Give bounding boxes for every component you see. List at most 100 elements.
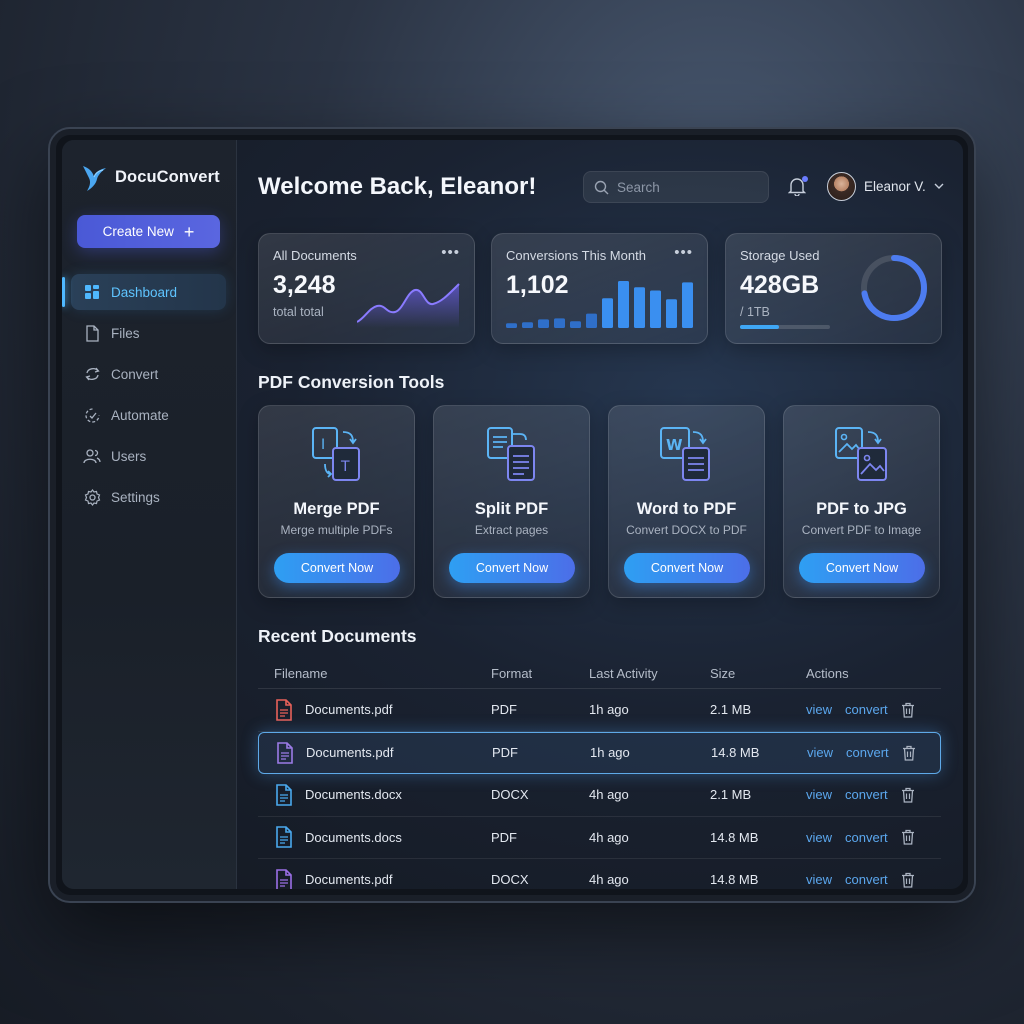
- column-header-size[interactable]: Size: [710, 666, 806, 681]
- view-link[interactable]: view: [806, 702, 832, 717]
- sparkline-bar: [586, 313, 597, 328]
- filename[interactable]: Documents.pdf: [305, 872, 392, 887]
- filename[interactable]: Documents.docs: [305, 830, 402, 845]
- stat-label: Conversions This Month: [506, 248, 646, 263]
- pdf-file-icon: [276, 698, 292, 721]
- logo[interactable]: DocuConvert: [81, 162, 220, 192]
- search-icon: [594, 180, 609, 194]
- convert-now-button[interactable]: Convert Now: [624, 553, 750, 583]
- sidebar-item-users[interactable]: Users: [71, 438, 226, 474]
- more-options-icon[interactable]: •••: [674, 244, 693, 261]
- table-row[interactable]: Documents.docx DOCX 4h ago 2.1 MB view c…: [258, 774, 941, 817]
- view-link[interactable]: view: [807, 745, 833, 760]
- sidebar-item-settings[interactable]: Settings: [71, 479, 226, 515]
- filename-cell: Documents.pdf: [258, 868, 491, 889]
- tool-card-merge-pdf[interactable]: I T Merge PDF Merge multiple PDFs Conver…: [258, 405, 415, 598]
- tool-card-pdf-to-jpg[interactable]: PDF to JPG Convert PDF to Image Convert …: [783, 405, 940, 598]
- sparkline-bar: [554, 318, 565, 328]
- storage-ring: [861, 255, 927, 321]
- user-menu[interactable]: Eleanor V.: [827, 172, 944, 201]
- table-row[interactable]: Documents.docs PDF 4h ago 14.8 MB view c…: [258, 817, 941, 859]
- view-link[interactable]: view: [806, 830, 832, 845]
- actions-cell: view convert: [806, 702, 915, 718]
- notification-bell[interactable]: [787, 176, 808, 198]
- trash-icon[interactable]: [901, 829, 915, 845]
- table-header: Filename Format Last Activity Size Actio…: [258, 658, 941, 689]
- filename[interactable]: Documents.pdf: [305, 702, 392, 717]
- document-file-icon: [276, 868, 292, 889]
- sidebar-item-label: Automate: [111, 407, 169, 423]
- svg-text:I: I: [321, 437, 325, 453]
- filename[interactable]: Documents.pdf: [306, 745, 393, 760]
- stat-card-storage[interactable]: Storage Used 428GB / 1TB: [725, 233, 942, 344]
- tools-section-title: PDF Conversion Tools: [258, 372, 445, 392]
- size-cell: 2.1 MB: [710, 702, 752, 718]
- merge-pdf-icon: I T: [312, 427, 360, 481]
- search-input[interactable]: Search: [583, 171, 769, 203]
- convert-link[interactable]: convert: [845, 787, 888, 802]
- create-new-button[interactable]: Create New +: [77, 215, 220, 248]
- page-title: Welcome Back, Eleanor!: [258, 173, 537, 200]
- sidebar-item-dashboard[interactable]: Dashboard: [62, 274, 226, 310]
- format-cell: PDF: [492, 745, 518, 761]
- actions-cell: view convert: [806, 787, 915, 803]
- split-pdf-icon: [487, 427, 535, 481]
- activity-cell: 1h ago: [590, 745, 630, 761]
- filename-cell: Documents.pdf: [259, 741, 492, 764]
- search-placeholder: Search: [617, 179, 660, 195]
- column-header-activity[interactable]: Last Activity: [589, 666, 710, 681]
- svg-text:W: W: [666, 436, 683, 454]
- trash-icon[interactable]: [901, 872, 915, 888]
- view-link[interactable]: view: [806, 787, 832, 802]
- filename[interactable]: Documents.docx: [305, 787, 402, 802]
- chevron-down-icon: [934, 183, 944, 189]
- size-cell: 14.8 MB: [710, 872, 759, 888]
- sparkline-bar: [682, 282, 693, 328]
- gear-icon: [83, 488, 101, 506]
- sidebar-item-label: Settings: [111, 489, 160, 505]
- sparkline-bar: [618, 280, 629, 328]
- tool-description: Convert PDF to Image: [801, 523, 922, 537]
- format-cell: DOCX: [491, 872, 529, 888]
- create-new-label: Create New: [102, 224, 174, 239]
- convert-now-button[interactable]: Convert Now: [274, 553, 400, 583]
- stat-card-conversions[interactable]: Conversions This Month ••• 1,102: [491, 233, 708, 344]
- activity-cell: 1h ago: [589, 702, 629, 718]
- view-link[interactable]: view: [806, 872, 832, 887]
- storage-progress-fill: [740, 325, 779, 329]
- document-file-icon: [276, 826, 292, 849]
- tool-description: Merge multiple PDFs: [280, 523, 393, 537]
- recent-section-title: Recent Documents: [258, 626, 417, 646]
- sidebar-item-files[interactable]: Files: [71, 315, 226, 351]
- sidebar-item-convert[interactable]: Convert: [71, 356, 226, 392]
- convert-link[interactable]: convert: [846, 745, 889, 760]
- tool-description: Convert DOCX to PDF: [626, 523, 747, 537]
- filename-cell: Documents.docx: [258, 783, 491, 806]
- convert-link[interactable]: convert: [845, 872, 888, 887]
- convert-link[interactable]: convert: [845, 830, 888, 845]
- recent-documents-table: Filename Format Last Activity Size Actio…: [258, 658, 941, 889]
- tool-card-split-pdf[interactable]: Split PDF Extract pages Convert Now: [433, 405, 590, 598]
- more-options-icon[interactable]: •••: [441, 244, 460, 261]
- format-cell: PDF: [491, 829, 517, 845]
- trash-icon[interactable]: [901, 787, 915, 803]
- active-indicator: [62, 277, 65, 307]
- convert-now-button[interactable]: Convert Now: [449, 553, 575, 583]
- trash-icon[interactable]: [901, 702, 915, 718]
- column-header-format[interactable]: Format: [491, 666, 589, 681]
- file-icon: [83, 324, 101, 342]
- tool-card-word-to-pdf[interactable]: W Word to PDF Convert DOCX to PDF Conver…: [608, 405, 765, 598]
- size-cell: 14.8 MB: [711, 745, 760, 761]
- sidebar-item-automate[interactable]: Automate: [71, 397, 226, 433]
- table-row[interactable]: Documents.pdf DOCX 4h ago 14.8 MB view c…: [258, 859, 941, 889]
- storage-progress-bar: [740, 325, 830, 329]
- activity-cell: 4h ago: [589, 829, 629, 845]
- table-row[interactable]: Documents.pdf PDF 1h ago 14.8 MB view co…: [258, 731, 941, 774]
- column-header-filename[interactable]: Filename: [258, 666, 491, 681]
- stat-card-all-documents[interactable]: All Documents ••• 3,248 total total: [258, 233, 475, 344]
- convert-link[interactable]: convert: [845, 702, 888, 717]
- convert-now-button[interactable]: Convert Now: [799, 553, 925, 583]
- trash-icon[interactable]: [902, 745, 916, 761]
- table-row[interactable]: Documents.pdf PDF 1h ago 2.1 MB view con…: [258, 689, 941, 732]
- app-name: DocuConvert: [115, 167, 220, 186]
